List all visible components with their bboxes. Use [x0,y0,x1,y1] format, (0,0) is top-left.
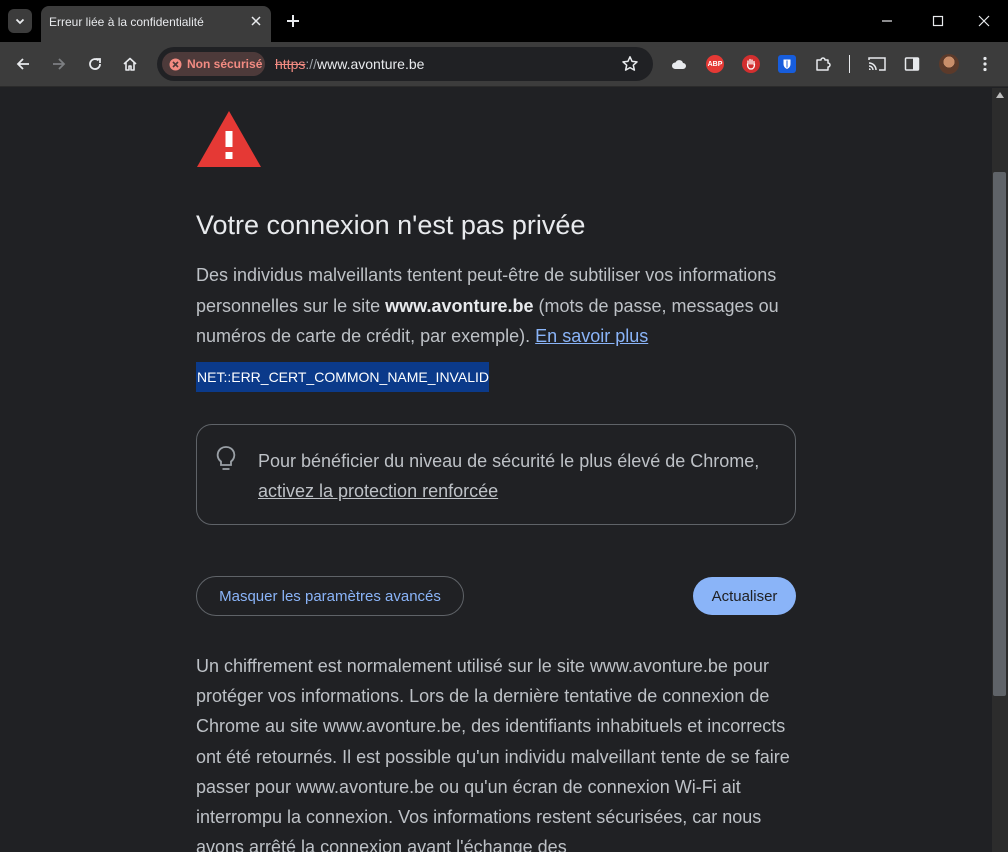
adblock-plus-icon[interactable]: ABP [706,55,724,73]
maximize-button[interactable] [927,10,949,32]
error-page: Votre connexion n'est pas privée Des ind… [0,88,992,852]
url-host: www.avonture.be [317,56,425,72]
puzzle-icon[interactable] [814,55,832,73]
security-chip-label: Non sécurisé [187,57,263,71]
tip-text-main: Pour bénéficier du niveau de sécurité le… [258,451,760,471]
home-icon [123,57,137,71]
cast-button[interactable] [865,52,889,76]
active-tab[interactable]: Erreur liée à la confidentialité [41,6,271,42]
page-title: Votre connexion n'est pas privée [196,210,586,240]
minimize-icon [882,20,892,22]
side-panel-button[interactable] [900,52,924,76]
url-text[interactable]: https://www.avonture.be [275,56,424,72]
hand-stop-icon[interactable] [742,55,760,73]
tab-close-button[interactable] [248,13,264,29]
plus-icon [287,15,299,27]
tip-text: Pour bénéficier du niveau de sécurité le… [258,446,788,506]
minimize-button[interactable] [876,10,898,32]
tab-title: Erreur liée à la confidentialité [49,15,204,29]
warning-triangle-icon [197,111,261,167]
back-button[interactable] [11,52,35,76]
browser-toolbar: Non sécurisé https://www.avonture.be ABP [0,42,1008,87]
maximize-icon [932,15,944,27]
hide-advanced-button[interactable]: Masquer les paramètres avancés [196,576,464,616]
menu-button[interactable] [973,52,997,76]
reload-page-button[interactable]: Actualiser [693,577,796,615]
close-window-button[interactable] [973,10,995,32]
new-tab-button[interactable] [283,11,303,31]
more-vertical-icon [983,56,987,72]
arrow-right-icon [53,58,66,70]
bookmark-star-icon[interactable] [621,55,639,73]
cloud-icon[interactable] [670,55,688,73]
title-bar: Erreur liée à la confidentialité [0,0,1008,42]
reload-icon [89,58,101,70]
learn-more-link[interactable]: En savoir plus [535,326,648,346]
tab-search-button[interactable] [8,9,32,33]
lightbulb-icon [216,446,236,470]
enhanced-protection-link[interactable]: activez la protection renforcée [258,481,498,501]
forward-button[interactable] [47,52,71,76]
side-panel-icon [904,57,920,71]
toolbar-divider [849,55,850,73]
explanation-text: Des individus malveillants tentent peut-… [196,260,796,352]
security-chip[interactable]: Non sécurisé [162,52,265,76]
close-icon [978,15,990,27]
scroll-up-arrow-icon[interactable] [996,92,1004,98]
advanced-details-text: Un chiffrement est normalement utilisé s… [196,656,790,852]
url-separator: :// [305,56,318,72]
url-scheme: https [275,56,306,72]
arrow-left-icon [16,58,29,70]
enhanced-protection-tip: Pour bénéficier du niveau de sécurité le… [196,424,796,525]
address-bar[interactable]: Non sécurisé https://www.avonture.be [157,47,653,81]
scrollbar-thumb[interactable] [993,172,1006,696]
close-icon [251,16,261,26]
profile-avatar[interactable] [939,54,959,74]
error-code: NET::ERR_CERT_COMMON_NAME_INVALID [196,362,489,392]
cast-icon [868,57,886,71]
chevron-down-icon [15,18,25,25]
bitwarden-icon[interactable] [778,55,796,73]
not-secure-icon [169,58,182,70]
reload-button[interactable] [83,52,107,76]
home-button[interactable] [118,52,142,76]
explanation-site: www.avonture.be [385,295,534,316]
